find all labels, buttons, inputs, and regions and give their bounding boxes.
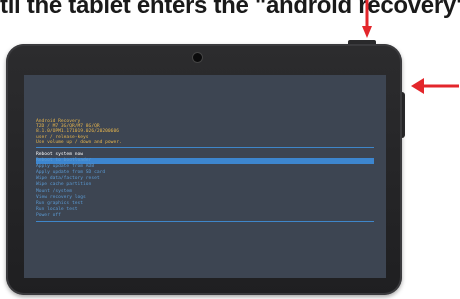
camera-icon	[193, 53, 202, 62]
menu-divider-top	[36, 147, 374, 148]
recovery-header: Android Recovery T2D / M7 3G/QR/M7 8G/QR…	[36, 119, 236, 145]
recovery-menu: Reboot system now Reboot to bootloader A…	[36, 152, 374, 219]
arrow-down-icon	[362, 0, 372, 38]
arrow-left-icon	[411, 78, 459, 94]
menu-divider-bottom	[36, 221, 374, 222]
header-line: Use volume up / down and power.	[36, 139, 122, 145]
recovery-screen: Android Recovery T2D / M7 3G/QR/M7 8G/QR…	[24, 75, 386, 278]
menu-item-power-off[interactable]: Power off	[36, 213, 374, 219]
instruction-caption: til the tablet enters the "android recov…	[0, 0, 460, 19]
